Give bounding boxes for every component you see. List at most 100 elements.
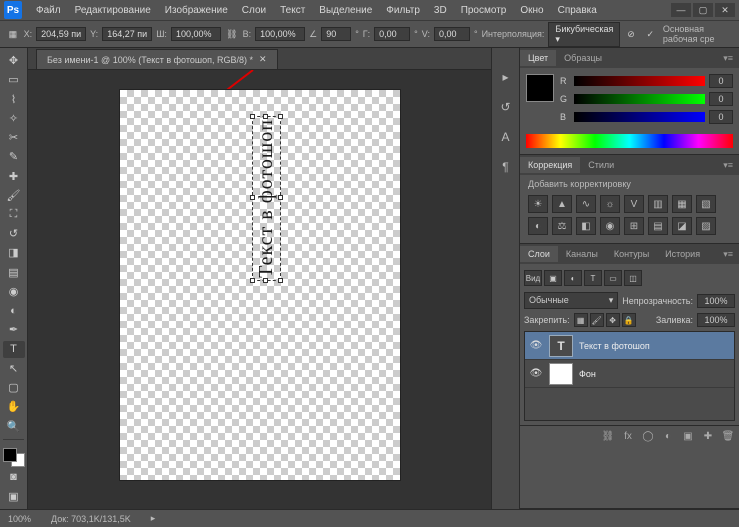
fill-field[interactable]: 100%: [697, 313, 735, 327]
canvas-viewport[interactable]: Текст в фотошоп: [28, 70, 491, 509]
stamp-tool[interactable]: ⛶: [3, 206, 25, 223]
transform-ref-icon[interactable]: ▦: [6, 25, 20, 43]
quickmask-tool[interactable]: ◙: [3, 469, 25, 486]
brush-tool[interactable]: 🖌: [3, 187, 25, 204]
menu-file[interactable]: Файл: [30, 3, 67, 18]
layers-tab[interactable]: Слои: [520, 246, 558, 262]
history-tab[interactable]: История: [657, 246, 708, 262]
layer-item-background[interactable]: 👁 Фон: [525, 360, 734, 388]
layer-item-text[interactable]: 👁 T Текст в фотошоп: [525, 332, 734, 360]
visibility-icon[interactable]: 👁: [529, 340, 543, 351]
menu-image[interactable]: Изображение: [159, 3, 234, 18]
delete-layer-icon[interactable]: 🗑: [719, 428, 737, 444]
lock-pos-icon[interactable]: ✥: [606, 313, 620, 327]
link-layers-icon[interactable]: ⛓: [599, 428, 617, 444]
filter-kind[interactable]: Вид: [524, 270, 542, 286]
zoom-level[interactable]: 100%: [8, 514, 31, 524]
posterize-icon[interactable]: ▨: [696, 217, 716, 235]
g-slider[interactable]: [574, 94, 705, 104]
w-field[interactable]: [171, 27, 221, 41]
expand-panels-icon[interactable]: ▸: [497, 68, 515, 86]
filter-pixel-icon[interactable]: ▣: [544, 270, 562, 286]
x-field[interactable]: [36, 27, 86, 41]
menu-window[interactable]: Окно: [514, 3, 549, 18]
lock-all-icon[interactable]: 🔒: [622, 313, 636, 327]
minimize-button[interactable]: —: [671, 3, 691, 17]
doc-info[interactable]: Док: 703,1K/131,5K: [51, 514, 131, 524]
interp-dropdown[interactable]: Бикубическая ▾: [548, 22, 620, 47]
path-tool[interactable]: ↖: [3, 360, 25, 377]
filter-type-icon[interactable]: T: [584, 270, 602, 286]
healing-tool[interactable]: ✚: [3, 167, 25, 184]
eraser-tool[interactable]: ◨: [3, 244, 25, 261]
canvas-document[interactable]: Текст в фотошоп: [120, 90, 400, 480]
g-value[interactable]: 0: [709, 92, 733, 106]
blend-mode-dropdown[interactable]: Обычные▾: [524, 292, 618, 309]
visibility-icon[interactable]: 👁: [529, 368, 543, 379]
mask-icon[interactable]: ◯: [639, 428, 657, 444]
type-tool[interactable]: T: [3, 341, 25, 358]
misc3-icon[interactable]: ▧: [696, 195, 716, 213]
color-swap[interactable]: [3, 448, 25, 467]
document-tab[interactable]: Без имени-1 @ 100% (Текст в фотошоп, RGB…: [36, 49, 278, 69]
menu-edit[interactable]: Редактирование: [69, 3, 157, 18]
panel-menu-icon[interactable]: ▾≡: [717, 249, 739, 260]
y-field[interactable]: [102, 27, 152, 41]
b-value[interactable]: 0: [709, 110, 733, 124]
styles-tab[interactable]: Стили: [580, 157, 622, 173]
opacity-field[interactable]: 100%: [697, 294, 735, 308]
history-brush-tool[interactable]: ↺: [3, 225, 25, 242]
lock-trans-icon[interactable]: ▦: [574, 313, 588, 327]
menu-layers[interactable]: Слои: [236, 3, 272, 18]
move-tool[interactable]: ✥: [3, 52, 25, 69]
menu-select[interactable]: Выделение: [313, 3, 378, 18]
menu-help[interactable]: Справка: [552, 3, 603, 18]
adjustments-tab[interactable]: Коррекция: [520, 157, 580, 173]
channelmixer-icon[interactable]: ⊞: [624, 217, 644, 235]
channels-tab[interactable]: Каналы: [558, 246, 606, 262]
hue-strip[interactable]: [526, 134, 733, 148]
fx-icon[interactable]: fx: [619, 428, 637, 444]
bw-icon[interactable]: ◧: [576, 217, 596, 235]
menu-text[interactable]: Текст: [274, 3, 311, 18]
maximize-button[interactable]: ▢: [693, 3, 713, 17]
hue-icon[interactable]: ◐: [528, 217, 548, 235]
skew-h-field[interactable]: [374, 27, 410, 41]
close-tab-icon[interactable]: ✕: [259, 54, 267, 65]
hand-tool[interactable]: ✋: [3, 398, 25, 415]
filter-smart-icon[interactable]: ◫: [624, 270, 642, 286]
r-slider[interactable]: [574, 76, 705, 86]
misc2-icon[interactable]: ▦: [672, 195, 692, 213]
link-icon[interactable]: ⛓: [225, 25, 239, 43]
misc-icon[interactable]: ▥: [648, 195, 668, 213]
menu-filter[interactable]: Фильтр: [380, 3, 426, 18]
character-panel-icon[interactable]: A: [497, 128, 515, 146]
photofilter-icon[interactable]: ◉: [600, 217, 620, 235]
blur-tool[interactable]: ◉: [3, 283, 25, 300]
text-transform-box[interactable]: Текст в фотошоп: [252, 116, 281, 281]
pen-tool[interactable]: ✒: [3, 321, 25, 338]
r-value[interactable]: 0: [709, 74, 733, 88]
shape-tool[interactable]: ▢: [3, 379, 25, 396]
workspace-label[interactable]: Основная рабочая сре: [663, 24, 733, 44]
lock-pixels-icon[interactable]: 🖌: [590, 313, 604, 327]
screenmode-tool[interactable]: ▣: [3, 488, 25, 505]
fg-color[interactable]: [3, 448, 17, 462]
dodge-tool[interactable]: ◐: [3, 302, 25, 319]
levels-icon[interactable]: ▲: [552, 195, 572, 213]
color-swatch[interactable]: [526, 74, 554, 102]
gradient-tool[interactable]: ▤: [3, 264, 25, 281]
wand-tool[interactable]: ✧: [3, 110, 25, 127]
new-group-icon[interactable]: ▣: [679, 428, 697, 444]
panel-menu-icon[interactable]: ▾≡: [717, 53, 739, 64]
cancel-transform-icon[interactable]: ⊘: [624, 25, 637, 43]
swatches-tab[interactable]: Образцы: [556, 50, 610, 66]
new-layer-icon[interactable]: ✚: [699, 428, 717, 444]
eyedropper-tool[interactable]: ✎: [3, 148, 25, 165]
paragraph-panel-icon[interactable]: ¶: [497, 158, 515, 176]
close-button[interactable]: ✕: [715, 3, 735, 17]
lasso-tool[interactable]: ⌇: [3, 90, 25, 107]
b-slider[interactable]: [574, 112, 705, 122]
colorbalance-icon[interactable]: ⚖: [552, 217, 572, 235]
commit-transform-icon[interactable]: ✓: [644, 25, 657, 43]
